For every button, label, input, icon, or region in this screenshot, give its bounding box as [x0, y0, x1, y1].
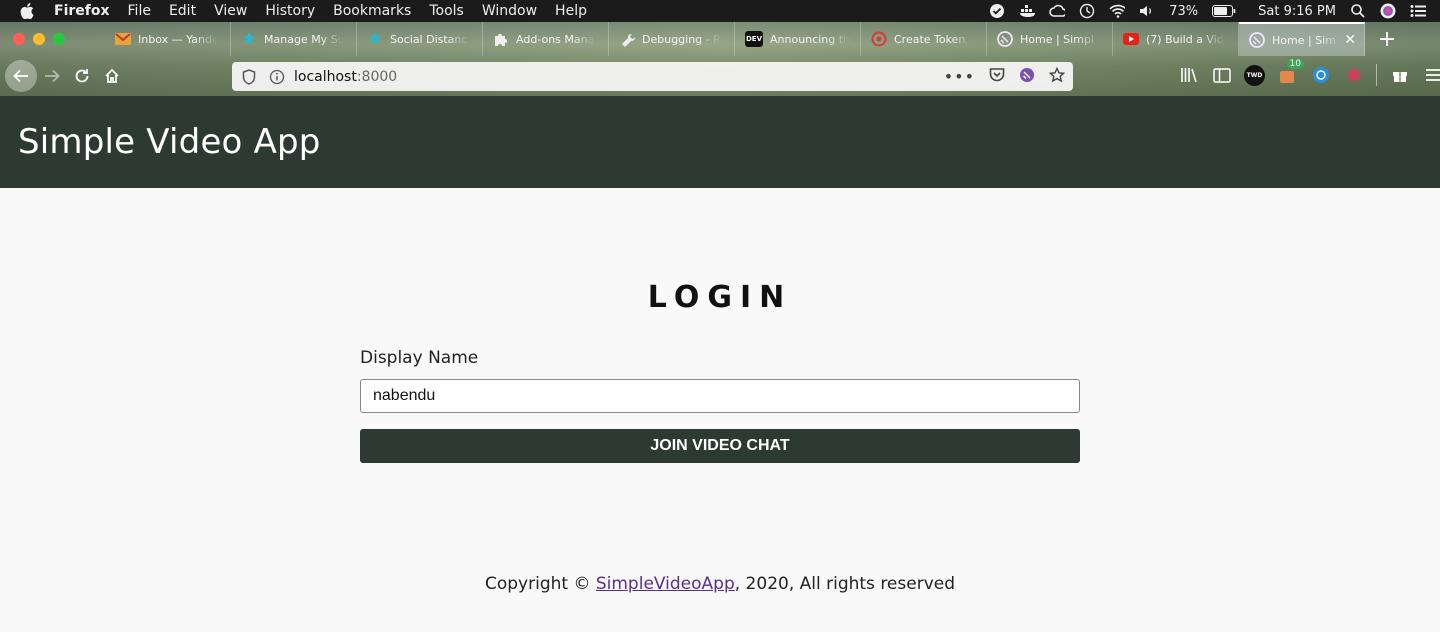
- browser-chrome: Inbox — Yande Manage My Su Social Distan…: [0, 22, 1440, 96]
- docker-icon[interactable]: [1019, 3, 1036, 19]
- app-header: Simple Video App: [0, 96, 1440, 188]
- menu-app-name[interactable]: Firefox: [54, 3, 110, 19]
- home-button[interactable]: [97, 61, 127, 91]
- twd-extension-icon[interactable]: TWD: [1244, 64, 1265, 86]
- tab-inbox[interactable]: Inbox — Yande: [105, 22, 231, 56]
- twilio-icon: [367, 31, 383, 47]
- tab-label: Home | Sim: [1272, 33, 1336, 47]
- menu-tools[interactable]: Tools: [429, 3, 464, 19]
- toolbar-divider: [1376, 64, 1377, 86]
- apple-icon[interactable]: [20, 3, 38, 19]
- main-content: LOGIN Display Name JOIN VIDEO CHAT Copyr…: [0, 188, 1440, 632]
- gatsby-icon: [1249, 32, 1265, 48]
- tab-label: Add-ons Mana: [516, 32, 595, 46]
- footer-site-link[interactable]: SimpleVideoApp: [596, 574, 735, 594]
- tab-label: Inbox — Yande: [138, 32, 218, 46]
- battery-percent: 73%: [1169, 3, 1199, 19]
- display-name-label: Display Name: [360, 348, 479, 368]
- zoom-window-button[interactable]: [53, 33, 65, 45]
- footer-copyright-prefix: Copyright ©: [484, 574, 596, 594]
- menu-help[interactable]: Help: [555, 3, 587, 19]
- url-host: localhost: [294, 68, 357, 85]
- extension-gatsby-icon[interactable]: [1019, 67, 1035, 87]
- sidebar-icon[interactable]: [1211, 65, 1232, 86]
- tab-label: Debugging - R: [642, 32, 721, 46]
- puzzle-icon: [493, 31, 509, 47]
- wrench-icon: [619, 31, 635, 47]
- reload-button[interactable]: [67, 61, 97, 91]
- url-port: :8000: [356, 68, 398, 85]
- pocket-icon[interactable]: [989, 67, 1005, 86]
- tab-manage-my[interactable]: Manage My Su: [231, 22, 357, 56]
- footer: Copyright © SimpleVideoApp, 2020, All ri…: [0, 574, 1440, 594]
- tab-add-ons[interactable]: Add-ons Mana: [483, 22, 609, 56]
- address-bar[interactable]: localhost:8000 •••: [232, 62, 1073, 91]
- mail-icon: [115, 31, 131, 47]
- close-window-button[interactable]: [13, 33, 25, 45]
- hamburger-menu-icon[interactable]: [1422, 65, 1440, 86]
- extension-badge-count: 10: [1286, 58, 1304, 69]
- virus-extension-icon[interactable]: [1343, 65, 1364, 86]
- globe-extension-icon[interactable]: [1310, 65, 1331, 86]
- app-title[interactable]: Simple Video App: [18, 122, 321, 162]
- tab-build-video[interactable]: (7) Build a Vid: [1113, 22, 1239, 56]
- footer-copyright-suffix: , 2020, All rights reserved: [734, 574, 956, 594]
- site-info-icon[interactable]: [266, 69, 288, 85]
- extension-badge-icon[interactable]: 10: [1277, 58, 1304, 86]
- menu-file[interactable]: File: [128, 3, 151, 19]
- tab-label: (7) Build a Vid: [1146, 32, 1224, 46]
- page-actions-icon[interactable]: •••: [944, 67, 975, 86]
- wifi-icon[interactable]: [1109, 3, 1126, 19]
- menu-bookmarks[interactable]: Bookmarks: [333, 3, 411, 19]
- menu-edit[interactable]: Edit: [169, 3, 196, 19]
- navigation-toolbar: localhost:8000 ••• TWD 10: [0, 56, 1440, 96]
- youtube-icon: [1123, 31, 1139, 47]
- minimize-window-button[interactable]: [33, 33, 45, 45]
- forward-button[interactable]: [37, 61, 67, 91]
- toolbar-right: TWD 10: [1178, 58, 1440, 86]
- gift-icon[interactable]: [1389, 65, 1410, 86]
- tab-home-simple-active[interactable]: Home | Sim ✕: [1239, 22, 1365, 56]
- library-icon[interactable]: [1178, 65, 1199, 86]
- dev-icon: DEV: [745, 31, 763, 47]
- tab-strip: Inbox — Yande Manage My Su Social Distan…: [0, 22, 1440, 56]
- tab-label: Home | Simpl: [1020, 32, 1094, 46]
- tab-debugging[interactable]: Debugging - R: [609, 22, 735, 56]
- bookmark-star-icon[interactable]: [1048, 66, 1066, 87]
- close-tab-icon[interactable]: ✕: [1344, 32, 1356, 48]
- siri-icon[interactable]: [1380, 3, 1396, 19]
- tab-create-token[interactable]: Create Token: [861, 22, 987, 56]
- circle-logo-icon: [871, 31, 887, 47]
- battery-icon[interactable]: [1212, 3, 1236, 19]
- tracking-protection-shield-icon[interactable]: [238, 68, 260, 85]
- tab-announcing[interactable]: DEV Announcing th: [735, 22, 861, 56]
- join-video-chat-button[interactable]: JOIN VIDEO CHAT: [360, 429, 1080, 463]
- menu-history[interactable]: History: [265, 3, 315, 19]
- back-button[interactable]: [5, 60, 37, 92]
- tab-social-distance[interactable]: Social Distanc: [357, 22, 483, 56]
- time-machine-icon[interactable]: [1079, 3, 1095, 19]
- volume-icon[interactable]: [1139, 3, 1155, 19]
- twilio-icon: [241, 31, 257, 47]
- clock[interactable]: Sat 9:16 PM: [1258, 4, 1336, 19]
- gatsby-icon: [997, 31, 1013, 47]
- spotlight-search-icon[interactable]: [1350, 3, 1366, 19]
- login-form: Display Name JOIN VIDEO CHAT: [360, 348, 1080, 463]
- creative-cloud-icon[interactable]: [1049, 3, 1066, 19]
- menu-view[interactable]: View: [214, 3, 247, 19]
- check-status-icon[interactable]: [989, 3, 1005, 19]
- display-name-input[interactable]: [360, 379, 1080, 413]
- macos-menu-bar: Firefox File Edit View History Bookmarks…: [0, 0, 1440, 22]
- tab-label: Social Distanc: [390, 32, 468, 46]
- new-tab-button[interactable]: +: [1373, 27, 1401, 52]
- tab-label: Manage My Su: [264, 32, 344, 46]
- login-heading: LOGIN: [647, 280, 793, 315]
- notification-center-icon[interactable]: [1410, 3, 1426, 19]
- tab-label: Announcing th: [770, 32, 850, 46]
- window-controls: [13, 33, 65, 45]
- menu-window[interactable]: Window: [482, 3, 537, 19]
- tab-home-simple[interactable]: Home | Simpl: [987, 22, 1113, 56]
- tab-label: Create Token: [894, 32, 966, 46]
